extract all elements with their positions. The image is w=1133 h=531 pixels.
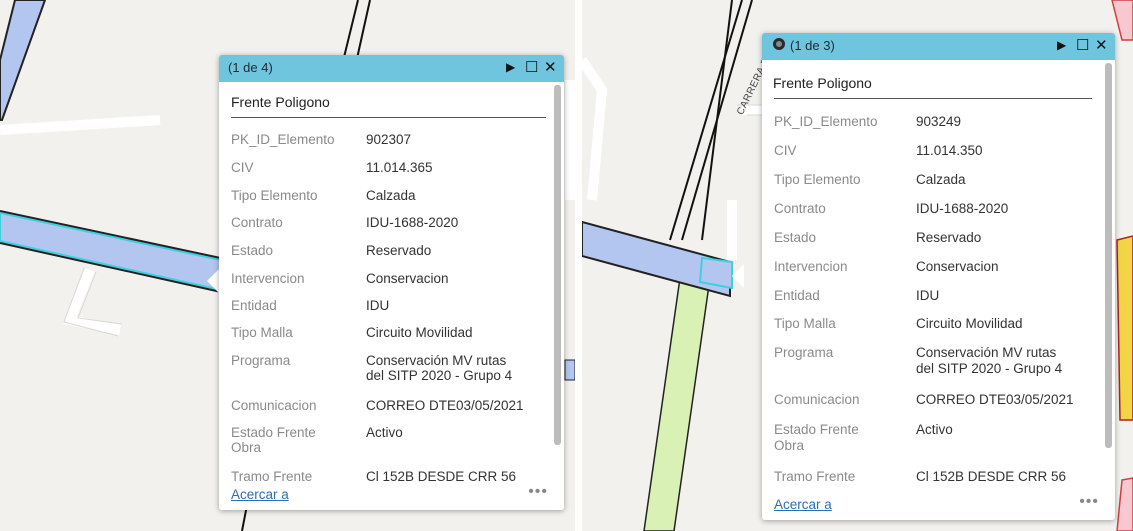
next-feature-icon[interactable]: ▶ xyxy=(1057,38,1066,52)
map-panel-left[interactable]: (1 de 4) ▶ ☐ ✕ Frente Poligono PK_ID_Ele… xyxy=(0,0,575,531)
field-label: Comunicacion xyxy=(774,392,860,407)
field-value: IDU xyxy=(366,298,390,313)
field-label-line2: Obra xyxy=(774,438,805,453)
field-value: CORREO DTE03/05/2021 xyxy=(366,398,524,413)
field-value: CORREO DTE03/05/2021 xyxy=(916,392,1074,407)
field-label-line1: Estado Frente xyxy=(231,425,316,440)
scrollbar-thumb[interactable] xyxy=(1105,63,1112,448)
popup-window: (1 de 3) ▶ ☐ ✕ Frente Poligono PK_ID_Ele… xyxy=(762,33,1115,520)
field-value: Activo xyxy=(366,425,403,440)
field-label: Programa xyxy=(774,345,834,360)
field-value: Circuito Movilidad xyxy=(916,316,1023,331)
maximize-icon[interactable]: ☐ xyxy=(1076,36,1089,54)
field-label: PK_ID_Elemento xyxy=(774,114,878,129)
field-label: Contrato xyxy=(774,201,826,216)
field-value-line1: Conservación MV rutas xyxy=(916,345,1057,360)
feature-count: (1 de 3) xyxy=(790,38,835,53)
zoom-to-link[interactable]: Acercar a xyxy=(231,487,289,502)
popup-footer: Acercar a ••• xyxy=(762,492,1115,520)
more-actions-icon[interactable]: ••• xyxy=(1079,493,1099,511)
loading-spinner-icon xyxy=(773,38,785,50)
popup-title: Frente Poligono xyxy=(231,94,330,110)
map-panel-right[interactable]: CARRERA 58C (1 de 3) ▶ ☐ ✕ Frente Poligo… xyxy=(582,0,1133,531)
close-icon[interactable]: ✕ xyxy=(1095,36,1108,54)
popup-header[interactable]: (1 de 3) ▶ ☐ ✕ xyxy=(762,33,1115,60)
field-label: Tipo Elemento xyxy=(774,172,861,187)
popup-pointer xyxy=(207,269,219,293)
field-value: 11.014.365 xyxy=(366,160,433,175)
field-value: 11.014.350 xyxy=(916,143,983,158)
close-icon[interactable]: ✕ xyxy=(544,58,557,76)
more-actions-icon[interactable]: ••• xyxy=(528,483,548,501)
field-label: CIV xyxy=(774,143,797,158)
field-value: Cl 152B DESDE CRR 56 xyxy=(916,469,1067,484)
popup-window: (1 de 4) ▶ ☐ ✕ Frente Poligono PK_ID_Ele… xyxy=(219,55,564,510)
field-label: PK_ID_Elemento xyxy=(231,132,335,147)
field-value: 902307 xyxy=(366,132,412,147)
field-value: Circuito Movilidad xyxy=(366,325,473,340)
field-label-line1: Estado Frente xyxy=(774,422,859,437)
field-value: Reservado xyxy=(916,230,982,245)
field-label: Estado xyxy=(231,243,274,258)
popup-pointer xyxy=(732,264,744,288)
field-value: IDU-1688-2020 xyxy=(916,201,1009,216)
title-divider xyxy=(774,98,1092,99)
title-divider xyxy=(231,117,546,118)
field-value: Reservado xyxy=(366,243,432,258)
field-value: Calzada xyxy=(366,188,416,203)
field-label: Tipo Elemento xyxy=(231,188,318,203)
field-label-line2: Obra xyxy=(231,440,262,455)
field-label: Entidad xyxy=(231,298,277,313)
field-value: IDU xyxy=(916,288,940,303)
field-label: Comunicacion xyxy=(231,398,317,413)
field-value-line2: del SITP 2020 - Grupo 4 xyxy=(916,361,1063,376)
field-label: Programa xyxy=(231,353,291,368)
zoom-to-link[interactable]: Acercar a xyxy=(774,497,832,512)
field-label: Estado xyxy=(774,230,817,245)
field-label: Intervencion xyxy=(774,259,848,274)
field-value-line2: del SITP 2020 - Grupo 4 xyxy=(366,368,513,383)
feature-count: (1 de 4) xyxy=(228,60,273,75)
maximize-icon[interactable]: ☐ xyxy=(525,58,538,76)
field-value: Activo xyxy=(916,422,953,437)
field-value: 903249 xyxy=(916,114,962,129)
popup-title: Frente Poligono xyxy=(773,75,872,91)
field-label: Tipo Malla xyxy=(231,325,293,340)
field-value-line1: Conservación MV rutas xyxy=(366,353,507,368)
field-label: Contrato xyxy=(231,215,283,230)
field-label: CIV xyxy=(231,160,254,175)
field-value: Conservacion xyxy=(916,259,999,274)
field-label: Entidad xyxy=(774,288,820,303)
scrollbar-thumb[interactable] xyxy=(554,85,561,445)
popup-header[interactable]: (1 de 4) ▶ ☐ ✕ xyxy=(219,55,564,82)
field-value: Calzada xyxy=(916,172,966,187)
field-value: Conservacion xyxy=(366,271,449,286)
popup-footer: Acercar a ••• xyxy=(219,482,564,510)
field-label: Intervencion xyxy=(231,271,305,286)
next-feature-icon[interactable]: ▶ xyxy=(506,60,515,74)
field-value: IDU-1688-2020 xyxy=(366,215,459,230)
field-label: Tramo Frente xyxy=(774,469,856,484)
field-label: Tipo Malla xyxy=(774,316,836,331)
